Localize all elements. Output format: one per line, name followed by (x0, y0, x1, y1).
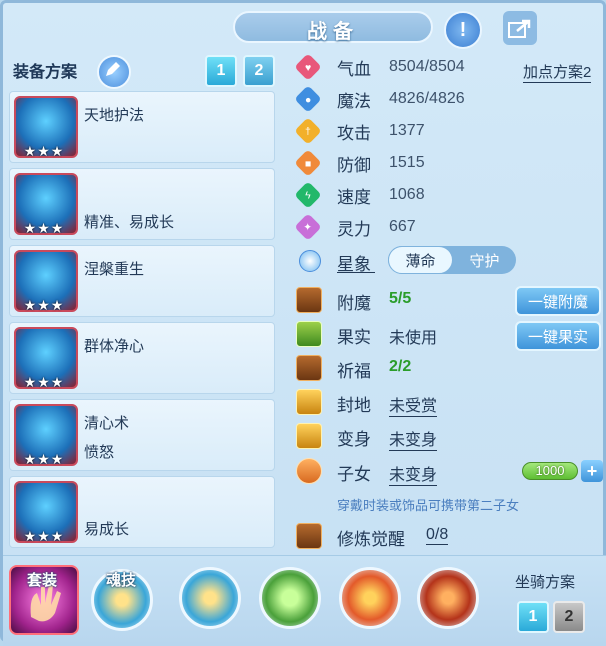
lightning-icon: ϟ (294, 181, 322, 209)
stat-name: 魔法 (337, 91, 371, 111)
mount-plan-2-button[interactable]: 2 (553, 601, 585, 633)
edit-plan-button[interactable] (97, 55, 131, 89)
fruit-value: 未使用 (389, 330, 438, 347)
card-line1: 群体净心 (84, 338, 145, 355)
stat-value: 4826/4826 (389, 90, 465, 107)
mana-icon: ● (294, 85, 322, 113)
children-meter: 1000 (522, 462, 578, 480)
stat-name: 灵力 (337, 219, 371, 239)
soul-skill-label: 魂技 (106, 572, 137, 589)
stat-value: 1515 (389, 154, 425, 171)
card-line1: 清心术 (84, 415, 130, 432)
plan-card-3[interactable]: ★★★ 涅槃重生 (9, 245, 275, 317)
equipment-plan-label: 装备方案 (13, 64, 78, 81)
share-icon (508, 19, 531, 38)
plan-card-5[interactable]: ★★★ 清心术 愤怒 (9, 399, 275, 471)
stat-name: 防御 (337, 155, 371, 175)
help-button[interactable]: ! (444, 11, 482, 49)
star-sign-underline (337, 272, 375, 273)
enchant-icon (296, 287, 322, 313)
share-button[interactable] (503, 11, 537, 45)
transform-icon (296, 423, 322, 449)
bless-label: 祈福 (337, 362, 371, 381)
skill-1-icon[interactable] (179, 567, 241, 629)
stat-name: 速度 (337, 187, 371, 207)
skill-2-icon[interactable] (259, 567, 321, 629)
title-bar: 战备 (233, 11, 433, 43)
skill-4-icon[interactable] (417, 567, 479, 629)
children-label: 子女 (337, 465, 371, 484)
plus-button[interactable]: + (581, 460, 603, 482)
transform-label: 变身 (337, 430, 371, 449)
fief-value[interactable]: 未受赏 (389, 392, 438, 417)
star-rating: ★★★ (23, 297, 65, 313)
second-child-note: 穿戴时装或饰品可携带第二子女 (337, 498, 520, 513)
fief-icon (296, 389, 322, 415)
plan-card-6[interactable]: ★★★ 易成长 (9, 476, 275, 548)
stat-row-mp: ● 魔法 4826/4826 (294, 85, 465, 113)
bless-icon (296, 355, 322, 381)
star-sign-toggle[interactable]: 薄命 守护 (388, 246, 516, 274)
fruit-label: 果实 (337, 328, 371, 347)
tab-shou-hu[interactable]: 守护 (453, 246, 516, 274)
stat-value: 1377 (389, 122, 425, 139)
heart-icon: ♥ (294, 53, 322, 81)
enchant-label: 附魔 (337, 294, 371, 313)
mount-plan-1-button[interactable]: 1 (517, 601, 549, 633)
star-rating: ★★★ (23, 451, 65, 467)
cultivation-label: 修炼觉醒 (337, 530, 405, 549)
plan-page-2-button[interactable]: 2 (243, 55, 275, 87)
window-frame: 战备 ! 装备方案 1 2 ★★★ 天地护法 ★★★ 精准、易成长 ★★★ 涅槃… (0, 0, 606, 646)
bless-value: 2/2 (389, 358, 412, 375)
stat-name: 气血 (337, 59, 371, 79)
stat-name: 攻击 (337, 123, 371, 143)
add-point-plan-link[interactable]: 加点方案2 (523, 61, 592, 83)
skill-3-icon[interactable] (339, 567, 401, 629)
children-value[interactable]: 未变身 (389, 461, 438, 486)
plan-card-1[interactable]: ★★★ 天地护法 (9, 91, 275, 163)
tab-bo-ming[interactable]: 薄命 (388, 246, 453, 274)
stat-row-attack: † 攻击 1377 (294, 117, 425, 145)
cultivation-icon (296, 523, 322, 549)
fief-label: 封地 (337, 396, 371, 415)
stat-row-spirit: ✦ 灵力 667 (294, 213, 416, 241)
card-line1: 涅槃重生 (84, 261, 145, 278)
star-rating: ★★★ (23, 528, 65, 544)
star-sign-icon (299, 250, 321, 272)
plan-card-2[interactable]: ★★★ 精准、易成长 (9, 168, 275, 240)
fruit-icon (296, 321, 322, 347)
spirit-icon: ✦ (294, 213, 322, 241)
cultivation-value[interactable]: 0/8 (426, 526, 449, 545)
stat-row-hp: ♥ 气血 8504/8504 (294, 53, 465, 81)
plan-page-1-button[interactable]: 1 (205, 55, 237, 87)
stat-value: 1068 (389, 186, 425, 203)
plan-card-4[interactable]: ★★★ 群体净心 (9, 322, 275, 394)
stat-value: 8504/8504 (389, 58, 465, 75)
shield-icon: ■ (294, 149, 322, 177)
card-line2: 愤怒 (84, 444, 115, 461)
pencil-icon (106, 62, 120, 76)
sword-icon: † (294, 117, 322, 145)
suit-label: 套装 (27, 572, 58, 589)
stat-value: 667 (389, 218, 416, 235)
exclamation-icon: ! (459, 18, 467, 41)
stat-row-speed: ϟ 速度 1068 (294, 181, 425, 209)
card-line2: 易成长 (84, 521, 130, 538)
stat-row-defense: ■ 防御 1515 (294, 149, 425, 177)
mount-plan-label: 坐骑方案 (515, 574, 576, 591)
card-line2: 精准、易成长 (84, 214, 175, 231)
children-icon (296, 458, 322, 484)
transform-value[interactable]: 未变身 (389, 426, 438, 451)
card-line1: 天地护法 (84, 107, 145, 124)
page-title: 战备 (307, 21, 359, 43)
star-rating: ★★★ (23, 220, 65, 236)
star-rating: ★★★ (23, 143, 65, 159)
one-click-enchant-button[interactable]: 一键附魔 (515, 286, 601, 316)
one-click-fruit-button[interactable]: 一键果实 (515, 321, 601, 351)
enchant-value: 5/5 (389, 290, 412, 307)
star-rating: ★★★ (23, 374, 65, 390)
